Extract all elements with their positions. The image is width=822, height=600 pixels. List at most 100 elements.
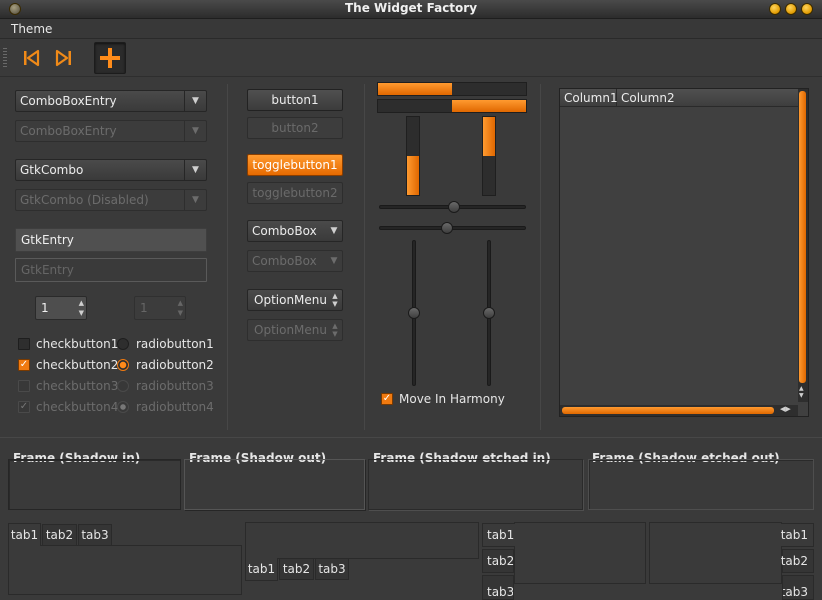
combobox-disabled-text: ComboBox (252, 254, 317, 268)
gtkcombo-disabled: GtkCombo (Disabled) ▼ (15, 189, 207, 211)
radiobutton2-circle[interactable] (117, 359, 129, 371)
separator (0, 437, 822, 438)
radiobutton1-label[interactable]: radiobutton1 (136, 337, 214, 351)
skip-back-icon (24, 49, 40, 67)
chevron-down-icon[interactable]: ▼ (184, 160, 206, 180)
tree-view[interactable]: Column1 Column2 ▲ ▼ ◀▶ (559, 88, 809, 417)
optionmenu-disabled: OptionMenu ▲ ▼ (247, 319, 343, 341)
updown-icon: ▲ ▼ (332, 322, 338, 338)
hscale-2-slider[interactable] (440, 222, 453, 234)
checkbutton1-label[interactable]: checkbutton1 (36, 337, 118, 351)
combobox-disabled: ComboBox ▼ (247, 250, 343, 272)
hscale-1[interactable] (379, 201, 526, 213)
move-in-harmony-label[interactable]: Move In Harmony (399, 392, 505, 406)
vscale-2-slider[interactable] (483, 307, 495, 319)
comboboxentry-disabled: ComboBoxEntry ▼ (15, 120, 207, 142)
radiobutton1-circle[interactable] (117, 338, 129, 350)
hscale-2[interactable] (379, 222, 526, 234)
notebook-left-tab1[interactable]: tab1 (482, 523, 515, 547)
chevron-down-icon[interactable]: ▼ (326, 221, 342, 241)
skip-forward-button[interactable] (48, 42, 80, 74)
checkbutton2-label[interactable]: checkbutton2 (36, 358, 118, 372)
combobox[interactable]: ComboBox ▼ (247, 220, 343, 242)
checkbutton1-box[interactable] (18, 338, 30, 350)
spinbutton-value[interactable]: 1 (41, 301, 49, 315)
spinbutton[interactable]: 1 ▲ ▼ (35, 296, 87, 320)
checkbutton2-box[interactable]: ✓ (18, 359, 30, 371)
vscale-1-slider[interactable] (408, 307, 420, 319)
progress-horizontal-2 (377, 99, 527, 113)
spin-arrows-icon[interactable]: ▲ ▼ (79, 298, 84, 318)
notebook-top-tab3[interactable]: tab3 (78, 524, 112, 546)
gtkentry[interactable]: GtkEntry (15, 228, 207, 252)
scroll-arrows-icon[interactable]: ▲ ▼ (799, 385, 804, 399)
plus-icon (100, 48, 120, 68)
column2-header[interactable]: Column2 (617, 89, 798, 107)
gtkentry-disabled: GtkEntry (15, 258, 207, 282)
notebook-top-tab1[interactable]: tab1 (8, 523, 41, 546)
notebook-right-tab1[interactable]: tab1 (781, 523, 814, 547)
toolbar-grip[interactable] (3, 48, 7, 68)
progress-horizontal-1 (377, 82, 527, 96)
notebook-top-tab2[interactable]: tab2 (42, 524, 77, 546)
combobox-text[interactable]: ComboBox (252, 224, 317, 238)
scroll-arrows-icon[interactable]: ◀▶ (780, 405, 791, 413)
horizontal-scrollbar-thumb[interactable] (562, 407, 774, 414)
progress-vertical-1 (406, 116, 420, 196)
notebook-top-page (8, 545, 242, 595)
frame-shadow-etched-out (588, 459, 814, 510)
button1[interactable]: button1 (247, 89, 343, 111)
vscale-2[interactable] (483, 240, 495, 386)
comboboxentry-disabled-text: ComboBoxEntry (20, 124, 117, 138)
column1-header[interactable]: Column1 (560, 89, 618, 107)
skip-forward-icon (55, 49, 71, 67)
notebook-bottom-tab1[interactable]: tab1 (245, 558, 278, 581)
horizontal-scrollbar[interactable]: ◀▶ (560, 405, 798, 416)
button2: button2 (247, 117, 343, 139)
comboboxentry-text[interactable]: ComboBoxEntry (20, 94, 117, 108)
skip-back-button[interactable] (15, 42, 47, 74)
chevron-down-icon[interactable]: ▼ (184, 91, 206, 111)
frame-shadow-in (8, 459, 181, 510)
hscale-1-slider[interactable] (447, 201, 460, 213)
chevron-down-icon: ▼ (184, 190, 206, 210)
spin-arrows-icon: ▲ ▼ (177, 299, 183, 317)
separator (540, 84, 541, 430)
menu-item-theme[interactable]: Theme (11, 22, 52, 36)
notebook-left-tab3[interactable]: tab3 (482, 575, 514, 600)
radiobutton2-label[interactable]: radiobutton2 (136, 358, 214, 372)
optionmenu[interactable]: OptionMenu ▲ ▼ (247, 289, 343, 311)
add-button[interactable] (94, 42, 126, 74)
notebook-right-page (649, 522, 782, 584)
optionmenu-text[interactable]: OptionMenu (254, 293, 327, 307)
radiobutton3-label: radiobutton3 (136, 379, 214, 393)
gtkcombo-disabled-text: GtkCombo (Disabled) (20, 193, 149, 207)
minimize-icon[interactable] (769, 3, 781, 15)
maximize-icon[interactable] (785, 3, 797, 15)
close-icon[interactable] (801, 3, 813, 15)
vscale-1[interactable] (408, 240, 420, 386)
radiobutton4-circle (117, 401, 129, 413)
notebook-right-tab2[interactable]: tab2 (781, 549, 814, 573)
notebook-bottom-tab3[interactable]: tab3 (315, 558, 349, 580)
gtkcombo-text[interactable]: GtkCombo (20, 163, 83, 177)
comboboxentry[interactable]: ComboBoxEntry ▼ (15, 90, 207, 112)
notebook-left-page (514, 522, 646, 584)
checkbutton4-box: ✓ (18, 401, 30, 413)
separator (227, 84, 228, 430)
radiobutton4-label: radiobutton4 (136, 400, 214, 414)
notebook-left-tab2[interactable]: tab2 (482, 549, 514, 573)
notebook-right-tab3[interactable]: tab3 (782, 575, 814, 600)
menubar (0, 19, 822, 39)
vertical-scrollbar-thumb[interactable] (799, 91, 806, 383)
frame-shadow-etched-in (368, 459, 583, 510)
gtkcombo[interactable]: GtkCombo ▼ (15, 159, 207, 181)
updown-icon[interactable]: ▲ ▼ (328, 290, 342, 310)
notebook-bottom-tab2[interactable]: tab2 (279, 558, 314, 580)
vertical-scrollbar[interactable]: ▲ ▼ (798, 89, 808, 402)
separator (364, 84, 365, 430)
checkbutton3-label: checkbutton3 (36, 379, 119, 393)
notebook-bottom-page (245, 522, 479, 559)
move-in-harmony-box[interactable]: ✓ (381, 393, 393, 405)
togglebutton1[interactable]: togglebutton1 (247, 154, 343, 176)
